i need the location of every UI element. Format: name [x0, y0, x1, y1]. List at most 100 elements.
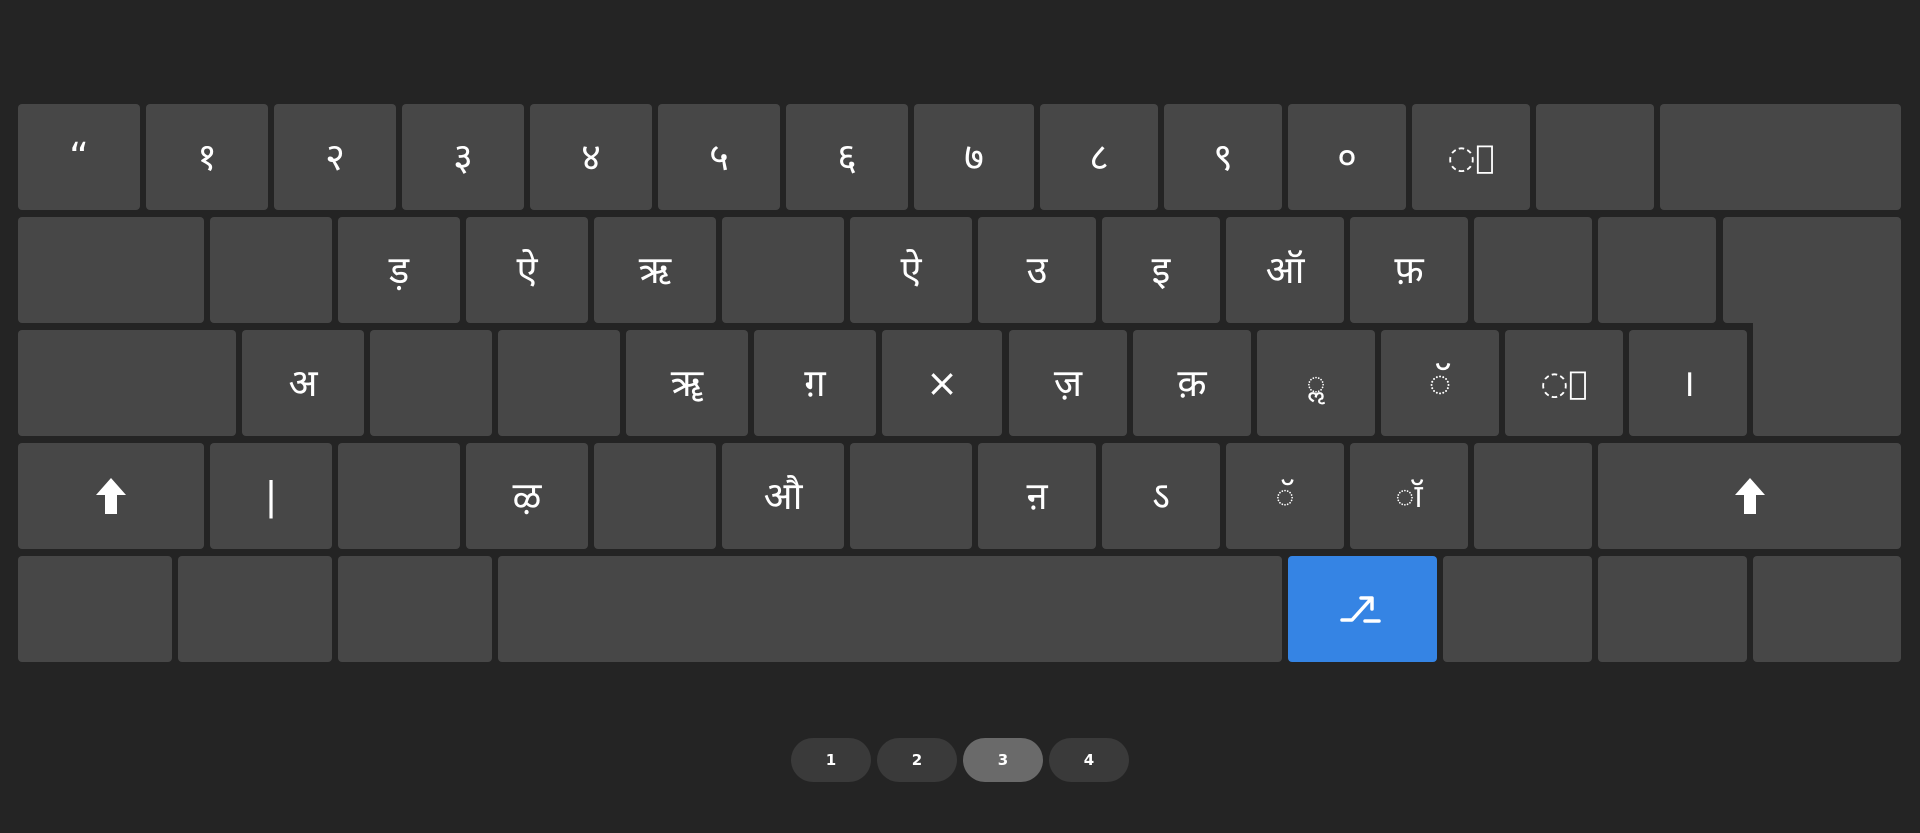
key-label: ग़	[804, 361, 826, 405]
backspace-key[interactable]	[1660, 104, 1901, 210]
key-candra[interactable]: ॅ	[1381, 330, 1499, 436]
key-vocalic-r[interactable]: ऋ	[594, 217, 716, 323]
key-candra-e-sign[interactable]: ◌ॅ	[1226, 443, 1344, 549]
key-blank[interactable]	[1474, 217, 1592, 323]
key-label: ॠ	[670, 361, 704, 405]
key-udatta[interactable]: ◌॑	[1505, 330, 1623, 436]
key-candra-o-sign[interactable]: ◌ॉ	[1350, 443, 1468, 549]
key-label: ड़	[388, 248, 410, 292]
enter-key-lower[interactable]	[1753, 323, 1901, 436]
key-label: ◌॒	[1447, 138, 1495, 176]
page-label: 2	[911, 751, 923, 769]
key-blank[interactable]	[594, 443, 716, 549]
key-blank[interactable]	[1443, 556, 1592, 662]
key-digit-3[interactable]: ३	[402, 104, 524, 210]
key-fa[interactable]: फ़	[1350, 217, 1468, 323]
key-digit-2[interactable]: २	[274, 104, 396, 210]
shift-key-right[interactable]	[1598, 443, 1901, 549]
key-digit-9[interactable]: ९	[1164, 104, 1282, 210]
key-quote[interactable]: “	[18, 104, 140, 210]
key-label: फ़	[1394, 248, 1424, 292]
key-dda-nukta[interactable]: ड़	[338, 217, 460, 323]
caps-lock-key[interactable]	[18, 330, 236, 436]
key-au[interactable]: औ	[722, 443, 844, 549]
key-qa[interactable]: क़	[1133, 330, 1251, 436]
enter-key[interactable]	[1723, 217, 1901, 323]
key-blank[interactable]	[370, 330, 492, 436]
key-label: ३	[453, 135, 473, 179]
key-blank[interactable]	[338, 556, 492, 662]
key-label: उ	[1026, 248, 1048, 292]
page-button-3[interactable]: 3	[963, 738, 1043, 782]
key-digit-6[interactable]: ६	[786, 104, 908, 210]
shift-icon	[96, 478, 126, 514]
key-za[interactable]: ज़	[1009, 330, 1127, 436]
key-label: ऋ	[638, 248, 672, 292]
key-blank[interactable]	[1598, 217, 1716, 323]
key-blank[interactable]	[722, 217, 844, 323]
key-a[interactable]: अ	[242, 330, 364, 436]
key-label: ऐ	[516, 248, 538, 292]
key-ghha[interactable]: ग़	[754, 330, 876, 436]
page-button-4[interactable]: 4	[1049, 738, 1129, 782]
key-blank[interactable]	[178, 556, 332, 662]
key-digit-0[interactable]: ०	[1288, 104, 1406, 210]
key-u[interactable]: उ	[978, 217, 1096, 323]
key-candra-o[interactable]: ऑ	[1226, 217, 1344, 323]
key-blank[interactable]	[18, 556, 172, 662]
key-vocalic-rr[interactable]: ॠ	[626, 330, 748, 436]
key-pipe[interactable]: |	[210, 443, 332, 549]
key-label: ७	[964, 135, 984, 179]
key-digit-5[interactable]: ५	[658, 104, 780, 210]
shift-key-left[interactable]	[18, 443, 204, 549]
space-bar[interactable]	[498, 556, 1282, 662]
key-label: २	[325, 135, 345, 179]
key-label: ५	[709, 135, 729, 179]
key-blank[interactable]	[1598, 556, 1747, 662]
key-digit-1[interactable]: १	[146, 104, 268, 210]
key-digit-8[interactable]: ८	[1040, 104, 1158, 210]
key-blank[interactable]	[210, 217, 332, 323]
key-ai-2[interactable]: ऐ	[850, 217, 972, 323]
key-nnna[interactable]: ऩ	[978, 443, 1096, 549]
key-blank[interactable]	[850, 443, 972, 549]
key-label: ०	[1337, 135, 1357, 179]
key-blank[interactable]	[1753, 556, 1901, 662]
virtual-keyboard: “ १ २ ३ ४ ५ ६ ७ ८ ९ ० ◌॒ ड़ ऐ ऋ ऐ उ इ ऑ …	[0, 0, 1920, 833]
page-label: 1	[825, 751, 837, 769]
key-digit-7[interactable]: ७	[914, 104, 1034, 210]
tab-key[interactable]	[18, 217, 204, 323]
key-label: ◌ॉ	[1395, 477, 1423, 515]
page-selector: 1 2 3 4	[0, 738, 1920, 782]
key-multiply[interactable]: ×	[882, 330, 1002, 436]
key-label: “	[69, 135, 89, 179]
key-label: अ	[288, 361, 318, 405]
key-i[interactable]: इ	[1102, 217, 1220, 323]
key-label: ×	[926, 361, 958, 405]
page-button-1[interactable]: 1	[791, 738, 871, 782]
switch-layout-icon	[1339, 596, 1381, 623]
key-label: इ	[1151, 248, 1171, 292]
page-label: 3	[997, 751, 1009, 769]
key-label: ।	[1680, 361, 1696, 405]
key-label: ◌ॢ	[1306, 364, 1326, 402]
key-ai[interactable]: ऐ	[466, 217, 588, 323]
key-blank[interactable]	[338, 443, 460, 549]
key-label: क़	[1177, 361, 1207, 405]
key-digit-4[interactable]: ४	[530, 104, 652, 210]
key-label: |	[264, 474, 278, 518]
key-avagraha[interactable]: ऽ	[1102, 443, 1220, 549]
key-label: ६	[837, 135, 857, 179]
key-blank[interactable]	[498, 330, 620, 436]
key-danda[interactable]: ।	[1629, 330, 1747, 436]
key-label: १	[197, 135, 217, 179]
page-button-2[interactable]: 2	[877, 738, 957, 782]
key-llla[interactable]: ऴ	[466, 443, 588, 549]
key-blank[interactable]	[1536, 104, 1654, 210]
key-blank[interactable]	[1474, 443, 1592, 549]
switch-layout-key[interactable]	[1288, 556, 1437, 662]
key-vocalic-l-sign[interactable]: ◌ॢ	[1257, 330, 1375, 436]
key-label: ९	[1213, 135, 1233, 179]
key-anudatta[interactable]: ◌॒	[1412, 104, 1530, 210]
page-label: 4	[1083, 751, 1095, 769]
